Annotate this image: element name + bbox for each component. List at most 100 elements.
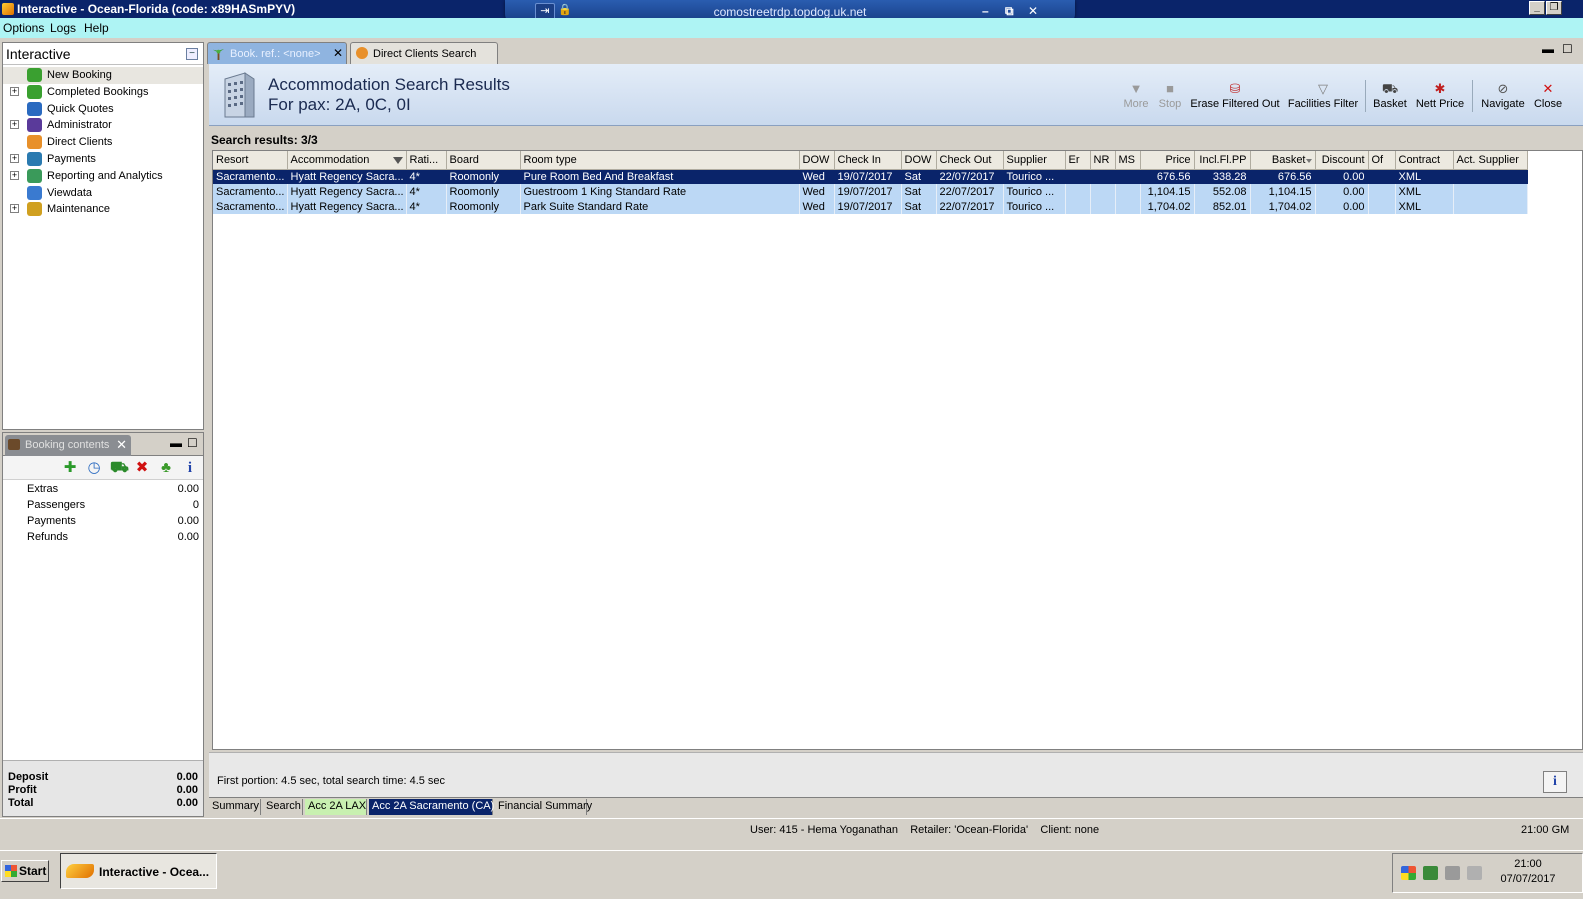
expand-icon[interactable]: + xyxy=(10,204,19,214)
table-cell xyxy=(1115,169,1141,184)
column-header[interactable]: Er xyxy=(1065,151,1091,170)
rdp-close-icon[interactable]: ✕ xyxy=(1028,4,1038,18)
table-cell: 1,704.02 xyxy=(1140,199,1195,214)
app-icon xyxy=(2,3,14,15)
bottom-tab[interactable]: Search xyxy=(263,799,303,815)
main-maximize-icon[interactable]: ☐ xyxy=(1562,42,1573,56)
restore-button[interactable]: ❐ xyxy=(1546,1,1562,15)
column-header[interactable]: Of xyxy=(1368,151,1396,170)
bottom-tab[interactable]: Acc 2A Sacramento (CA) xyxy=(369,799,494,815)
tray-app-icon[interactable] xyxy=(1401,866,1416,880)
info-icon[interactable]: i xyxy=(1543,771,1567,793)
panel-minimize-icon[interactable]: ▬ xyxy=(170,436,182,450)
column-header[interactable]: Price xyxy=(1140,151,1195,170)
column-header[interactable]: NR xyxy=(1090,151,1116,170)
filter-icon[interactable] xyxy=(392,156,403,164)
table-row[interactable]: Sacramento... Hyatt Regency Sacra... 4* Roo… xyxy=(213,199,1528,214)
column-header[interactable]: Incl.Fl.PP xyxy=(1194,151,1251,170)
nett-price-button[interactable]: ✱ Nett Price xyxy=(1415,80,1465,114)
collapse-icon[interactable]: − xyxy=(186,48,198,60)
column-header[interactable]: Check In xyxy=(834,151,902,170)
column-header[interactable]: Check Out xyxy=(936,151,1004,170)
expand-icon[interactable]: + xyxy=(10,170,19,180)
nav-item[interactable]: New Booking xyxy=(3,67,203,84)
nav-item[interactable]: Viewdata xyxy=(3,185,203,202)
menu-help[interactable]: Help xyxy=(84,21,109,35)
bottom-tab[interactable]: Financial Summary xyxy=(495,799,592,815)
column-header[interactable]: Accommodation xyxy=(287,151,407,170)
column-header[interactable]: Board xyxy=(446,151,521,170)
column-header[interactable]: Act. Supplier xyxy=(1453,151,1528,170)
table-cell: Wed xyxy=(799,199,835,214)
expand-icon[interactable]: + xyxy=(10,120,19,130)
tab-direct-clients-search[interactable]: Direct Clients Search xyxy=(350,42,498,64)
booking-content-value: 0 xyxy=(192,499,199,511)
table-cell: Sacramento... xyxy=(213,169,288,184)
tab-booking-ref[interactable]: Book. ref.: <none> ✕ xyxy=(207,42,347,64)
table-row[interactable]: Sacramento... Hyatt Regency Sacra... 4* Roo… xyxy=(213,169,1528,184)
filter-icon: ▽ xyxy=(1318,81,1328,96)
erase-filtered-out-button[interactable]: ⛁ Erase Filtered Out xyxy=(1190,80,1280,114)
basket-add-icon[interactable]: ⛟ xyxy=(110,460,129,476)
palm-tree-icon[interactable]: ♣ xyxy=(158,460,174,476)
rdp-minimize-icon[interactable]: – xyxy=(982,4,989,18)
table-cell: Roomonly xyxy=(446,184,521,199)
add-icon[interactable]: ✚ xyxy=(62,460,78,476)
column-header[interactable]: DOW xyxy=(901,151,937,170)
facilities-filter-button[interactable]: ▽ Facilities Filter xyxy=(1287,80,1359,114)
nav-item[interactable]: Quick Quotes xyxy=(3,101,203,118)
rdp-restore-icon[interactable]: ⧉ xyxy=(1005,4,1014,19)
menu-logs[interactable]: Logs xyxy=(50,21,76,35)
panel-maximize-icon[interactable]: ☐ xyxy=(187,436,198,450)
toolbar-separator xyxy=(1365,80,1366,112)
navigate-label: Navigate xyxy=(1481,98,1525,110)
minimize-button[interactable]: _ xyxy=(1529,1,1545,15)
delete-icon[interactable]: ✖ xyxy=(134,460,150,476)
column-header[interactable]: Resort xyxy=(213,151,288,170)
network-icon[interactable] xyxy=(1423,866,1438,880)
booking-contents-tab[interactable]: Booking contents ✕ xyxy=(5,435,131,456)
column-header[interactable]: Discount xyxy=(1315,151,1369,170)
grid-header-row: Resort Accommodation Rati... Board Room type… xyxy=(213,151,1528,170)
close-icon[interactable]: ✕ xyxy=(333,46,343,60)
bottom-tab[interactable]: Acc 2A LAX xyxy=(305,799,367,815)
column-header[interactable]: Room type xyxy=(520,151,800,170)
expand-icon[interactable]: + xyxy=(10,86,19,96)
navigate-button[interactable]: ⊘ Navigate xyxy=(1479,80,1527,114)
erase-label: Erase Filtered Out xyxy=(1190,98,1280,110)
info-icon[interactable]: i xyxy=(182,460,198,476)
basket-button[interactable]: ⛟ Basket xyxy=(1372,80,1408,114)
booking-content-row: Passengers 0 xyxy=(27,499,199,514)
column-header[interactable]: Supplier xyxy=(1003,151,1066,170)
taskbar-clock[interactable]: 21:00 07/07/2017 xyxy=(1493,857,1563,887)
main-minimize-icon[interactable]: ▬ xyxy=(1542,42,1554,56)
menu-options[interactable]: Options xyxy=(3,21,44,35)
close-icon[interactable]: ✕ xyxy=(116,437,127,453)
taskbar-app-interactive[interactable]: Interactive - Ocea... xyxy=(60,853,217,889)
column-header[interactable]: Rati... xyxy=(406,151,447,170)
computer-icon[interactable] xyxy=(1445,866,1460,880)
stop-button[interactable]: ■ Stop xyxy=(1157,80,1183,114)
more-button[interactable]: ▼ More xyxy=(1122,80,1150,114)
column-header[interactable]: MS xyxy=(1115,151,1141,170)
column-header[interactable]: Basket xyxy=(1250,151,1316,170)
nav-item[interactable]: + Administrator xyxy=(3,117,203,134)
nav-item[interactable]: + Completed Bookings xyxy=(3,84,203,101)
bottom-tab[interactable]: Summary xyxy=(209,799,261,815)
nav-item[interactable]: Direct Clients xyxy=(3,134,203,151)
nav-item[interactable]: + Maintenance xyxy=(3,201,203,218)
nav-item[interactable]: + Payments xyxy=(3,151,203,168)
table-row[interactable]: Sacramento... Hyatt Regency Sacra... 4* Roo… xyxy=(213,184,1528,199)
expand-icon[interactable]: + xyxy=(10,154,19,163)
clock-icon[interactable]: ◷ xyxy=(86,460,102,476)
results-header: Accommodation Search Results For pax: 2A… xyxy=(209,64,1583,126)
table-cell: 22/07/2017 xyxy=(936,199,1004,214)
booking-contents-toolbar: ✚ ◷ ⛟ ✖ ♣ i xyxy=(3,456,203,480)
volume-muted-icon[interactable] xyxy=(1467,866,1482,880)
column-header[interactable]: Contract xyxy=(1395,151,1454,170)
close-button[interactable]: ✕ Close xyxy=(1533,80,1563,114)
start-button[interactable]: Start xyxy=(1,860,49,882)
column-header[interactable]: DOW xyxy=(799,151,835,170)
tab-direct-clients-label: Direct Clients Search xyxy=(373,48,477,60)
nav-item[interactable]: + Reporting and Analytics xyxy=(3,168,203,185)
